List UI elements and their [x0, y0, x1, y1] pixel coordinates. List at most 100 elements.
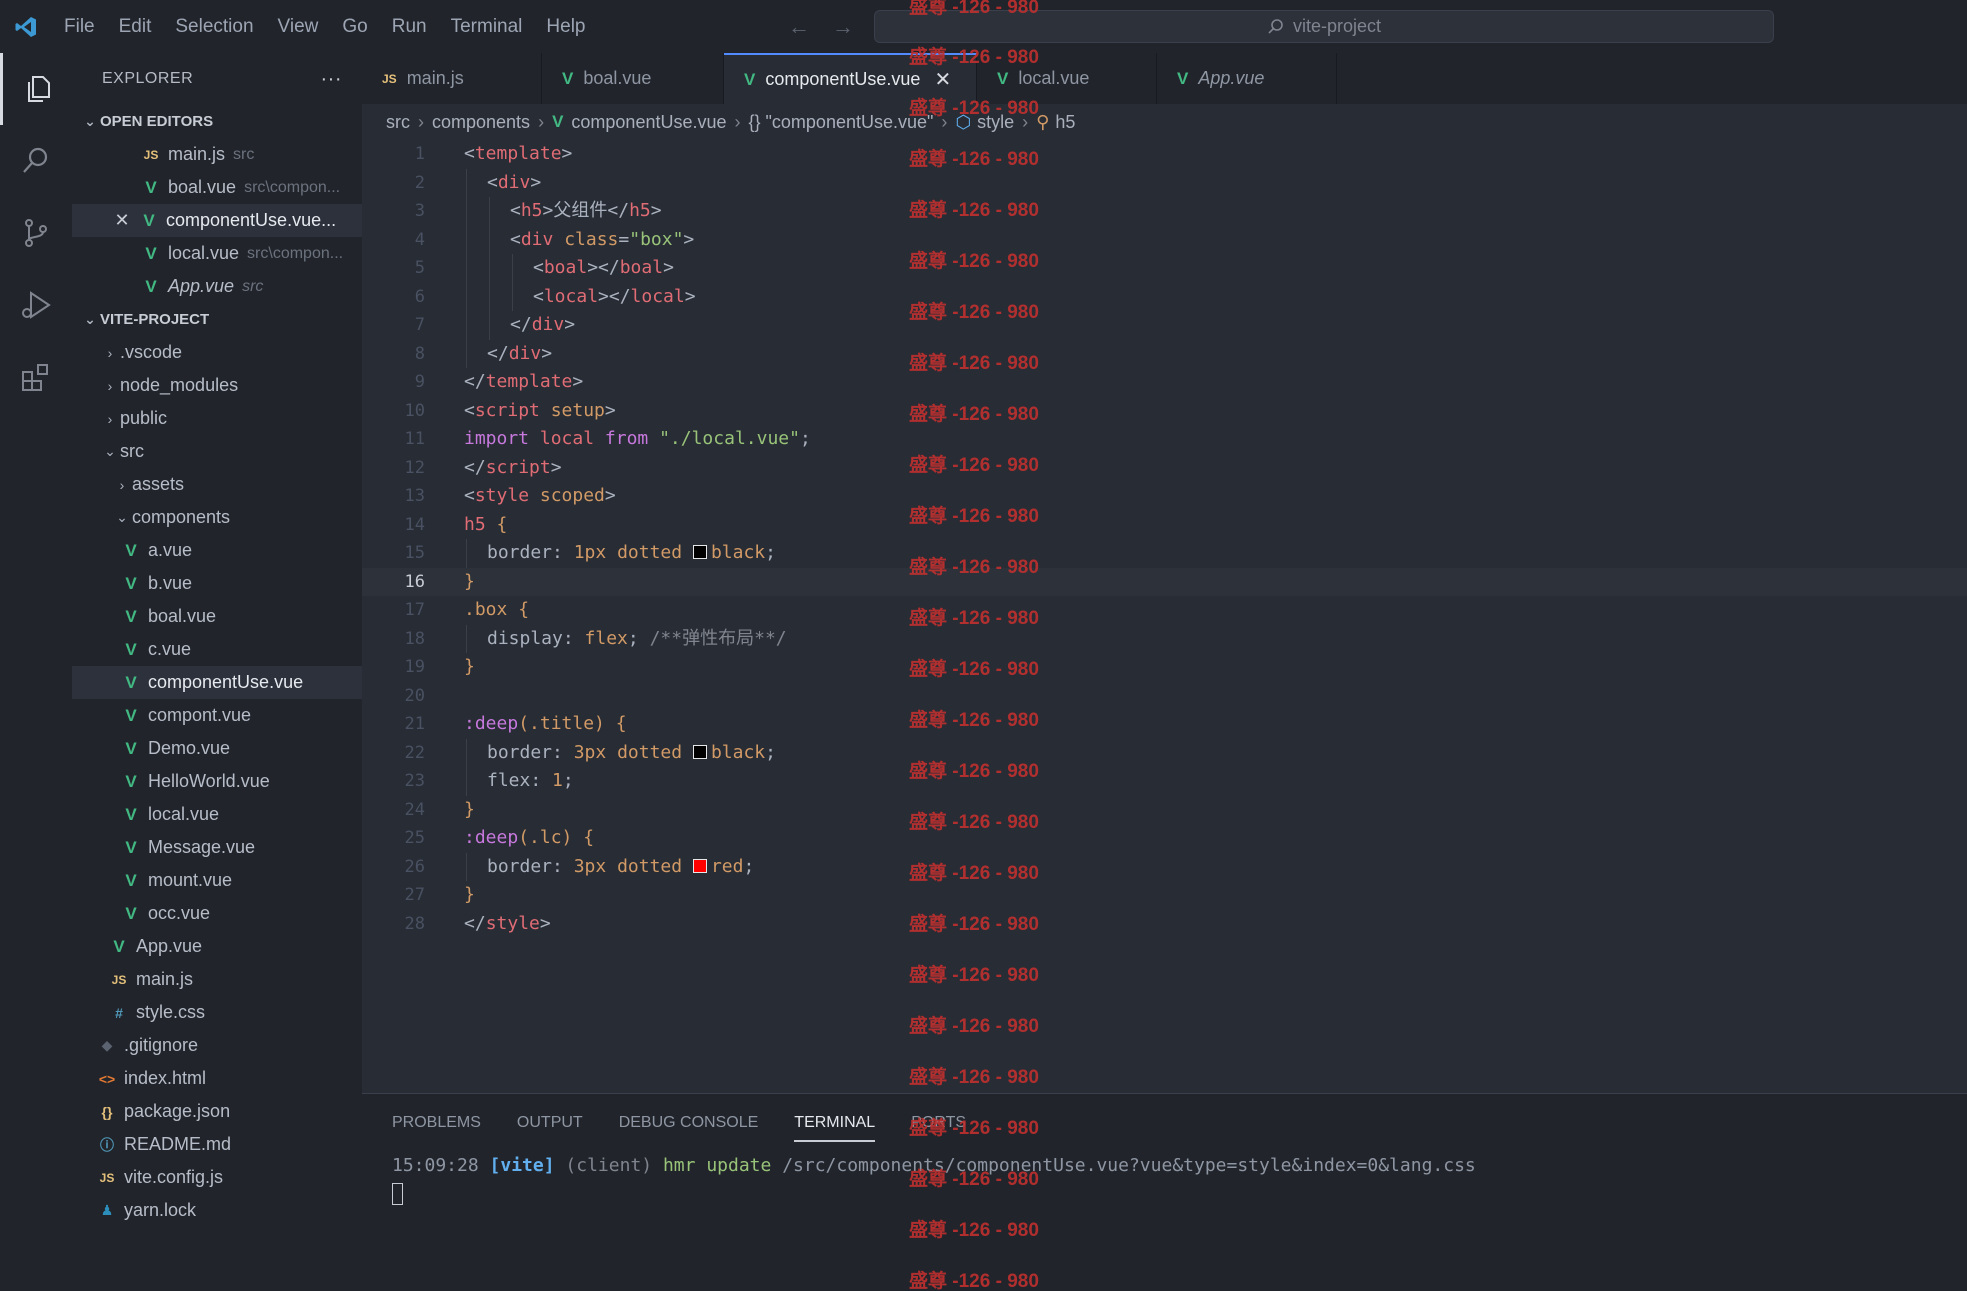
- tree-file[interactable]: Vb.vue: [72, 567, 362, 600]
- tab-local-vue[interactable]: V local.vue: [977, 53, 1157, 104]
- code-line: 19}: [362, 653, 1967, 682]
- code-text: border: 3px dotted black;: [487, 741, 776, 763]
- code-line: 5 <boal></boal>: [362, 254, 1967, 283]
- terminal[interactable]: 15:09:28 [vite] (client) hmr update /src…: [362, 1152, 1967, 1208]
- breadcrumb-style[interactable]: style: [977, 112, 1014, 133]
- open-editor-item-active[interactable]: ✕ V componentUse.vue...: [72, 204, 362, 237]
- menu-view[interactable]: View: [266, 0, 331, 53]
- tree-file[interactable]: V Demo.vue: [72, 732, 362, 765]
- line-number: 1: [414, 144, 425, 164]
- command-center-label: vite-project: [1292, 16, 1382, 36]
- open-editor-item[interactable]: JS main.js src: [72, 138, 362, 171]
- tree-file[interactable]: Vlocal.vue: [72, 798, 362, 831]
- explorer-icon[interactable]: [0, 53, 72, 125]
- code-editor[interactable]: 1 <template> 2 <div> 3 <h5>父组件</h5> 4 <div c…: [362, 140, 1967, 1093]
- tree-folder[interactable]: ⌄ components: [72, 501, 362, 534]
- menu-file[interactable]: File: [52, 0, 107, 53]
- tree-folder[interactable]: › .vscode: [72, 336, 362, 369]
- tab-debug-console[interactable]: DEBUG CONSOLE: [619, 1114, 759, 1132]
- open-editor-path: src: [233, 145, 255, 163]
- breadcrumb-src[interactable]: src: [386, 112, 410, 133]
- tab-boal-vue[interactable]: V boal.vue: [542, 53, 724, 104]
- tree-folder[interactable]: › node_modules: [72, 369, 362, 402]
- terminal-client: (client): [565, 1155, 653, 1176]
- tab-main-js[interactable]: JS main.js: [362, 53, 542, 104]
- code-line: 11 import local from "./local.vue";: [362, 425, 1967, 454]
- color-swatch-black[interactable]: [692, 744, 707, 759]
- tree-folder[interactable]: › public: [72, 402, 362, 435]
- open-editor-item[interactable]: V local.vue src\compon...: [72, 237, 362, 270]
- close-icon[interactable]: ✕: [112, 210, 132, 231]
- tab-ports[interactable]: PORTS: [911, 1114, 966, 1132]
- tree-file[interactable]: # style.css: [72, 996, 362, 1029]
- menu-selection[interactable]: Selection: [163, 0, 265, 53]
- code-line: 26 border: 3px dotted red;: [362, 852, 1967, 881]
- back-arrow-icon[interactable]: ←: [788, 14, 810, 40]
- menu-run[interactable]: Run: [380, 0, 439, 53]
- tab-problems[interactable]: PROBLEMS: [392, 1114, 481, 1132]
- tree-file[interactable]: V Message.vue: [72, 831, 362, 864]
- more-actions-icon[interactable]: ···: [321, 68, 342, 91]
- tree-file[interactable]: V HelloWorld.vue: [72, 765, 362, 798]
- source-control-icon[interactable]: [0, 197, 72, 269]
- tree-file[interactable]: ◆ .gitignore: [72, 1029, 362, 1062]
- forward-arrow-icon[interactable]: →: [832, 14, 854, 40]
- chevron-right-icon: ›: [538, 111, 545, 132]
- color-swatch-black[interactable]: [692, 545, 707, 559]
- breadcrumb-components[interactable]: components: [432, 112, 530, 133]
- tab-app-vue[interactable]: V App.vue: [1157, 53, 1337, 104]
- menu-edit[interactable]: Edit: [107, 0, 164, 53]
- terminal-cursor: [392, 1183, 403, 1205]
- code-text: <template>: [464, 143, 573, 164]
- tree-file[interactable]: JS main.js: [72, 963, 362, 996]
- menu-help[interactable]: Help: [534, 0, 597, 53]
- tree-file[interactable]: Vmount.vue: [72, 864, 362, 897]
- close-icon[interactable]: ✕: [934, 67, 951, 92]
- run-debug-icon[interactable]: [0, 269, 72, 341]
- tab-terminal[interactable]: TERMINAL: [794, 1114, 876, 1142]
- breadcrumb-file[interactable]: componentUse.vue: [571, 112, 726, 133]
- open-editor-label: componentUse.vue...: [166, 210, 337, 230]
- tree-label: public: [120, 408, 168, 428]
- open-editor-item[interactable]: V boal.vue src\compon...: [72, 171, 362, 204]
- project-section[interactable]: ⌄ VITE-PROJECT: [72, 303, 362, 336]
- tree-file[interactable]: Va.vue: [72, 534, 362, 567]
- html-file-icon: <>: [98, 1070, 116, 1087]
- tree-label: mount.vue: [148, 870, 233, 890]
- tree-file[interactable]: <> index.html: [72, 1062, 362, 1095]
- vue-file-icon: V: [125, 573, 137, 593]
- breadcrumb-h5[interactable]: h5: [1055, 112, 1075, 133]
- code-text: <style scoped>: [464, 485, 616, 506]
- tree-folder[interactable]: ⌄ src: [72, 435, 362, 468]
- tree-file[interactable]: ♟ yarn.lock: [72, 1194, 362, 1227]
- open-editors-section[interactable]: ⌄ OPEN EDITORS: [72, 105, 362, 138]
- tab-componentuse-vue[interactable]: V componentUse.vue ✕: [724, 53, 977, 104]
- color-swatch-red[interactable]: [692, 858, 707, 873]
- code-text: <div class="box">: [510, 228, 695, 250]
- open-editor-item[interactable]: V App.vue src: [72, 270, 362, 303]
- search-icon[interactable]: [0, 125, 72, 197]
- tree-file[interactable]: Vcompont.vue: [72, 699, 362, 732]
- tree-file[interactable]: JS vite.config.js: [72, 1161, 362, 1194]
- menu-go[interactable]: Go: [330, 0, 379, 53]
- command-center-search[interactable]: vite-project: [874, 10, 1774, 43]
- tab-output[interactable]: OUTPUT: [517, 1114, 583, 1132]
- tree-label: compont.vue: [148, 705, 252, 725]
- tree-file[interactable]: {} package.json: [72, 1095, 362, 1128]
- code-line-current: 16}: [362, 567, 1967, 596]
- terminal-message: hmr update: [662, 1155, 772, 1176]
- tree-folder[interactable]: › assets: [72, 468, 362, 501]
- code-line: 15 border: 1px dotted black;: [362, 539, 1967, 568]
- tree-file[interactable]: Vc.vue: [72, 633, 362, 666]
- extensions-icon[interactable]: [0, 341, 72, 413]
- tree-file[interactable]: V App.vue: [72, 930, 362, 963]
- breadcrumb-block[interactable]: {} "componentUse.vue": [749, 112, 934, 133]
- tree-label: c.vue: [148, 639, 192, 659]
- code-line: 4 <div class="box">: [362, 225, 1967, 254]
- tab-label: componentUse.vue: [765, 69, 921, 89]
- menu-terminal[interactable]: Terminal: [439, 0, 535, 53]
- tree-file-selected[interactable]: VcomponentUse.vue: [72, 666, 362, 699]
- tree-file[interactable]: ⓘ README.md: [72, 1128, 362, 1161]
- tree-file[interactable]: Vocc.vue: [72, 897, 362, 930]
- tree-file[interactable]: Vboal.vue: [72, 600, 362, 633]
